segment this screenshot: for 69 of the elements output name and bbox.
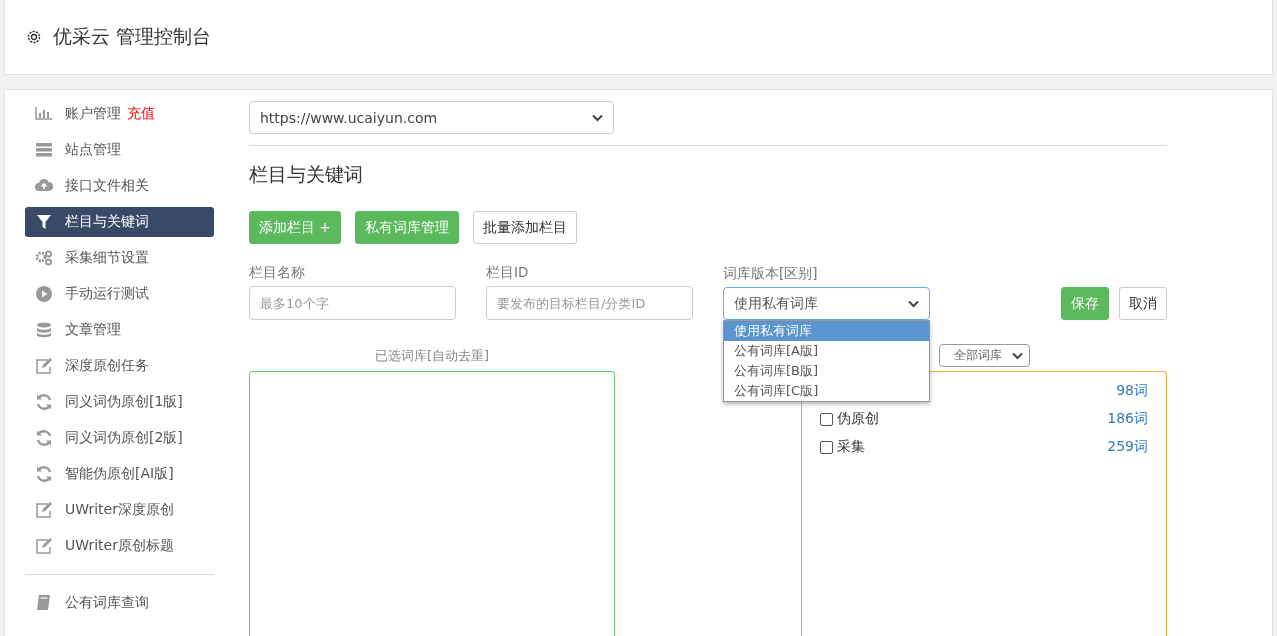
edit-icon bbox=[35, 357, 53, 375]
sidebar-item[interactable]: 采集细节设置 bbox=[25, 243, 214, 273]
sidebar-item[interactable]: 栏目与关键词 bbox=[25, 207, 214, 237]
sidebar-item-label: 公有词库查询 bbox=[65, 594, 149, 612]
cancel-button[interactable]: 取消 bbox=[1119, 287, 1167, 320]
play-icon bbox=[35, 285, 53, 303]
bar-chart-icon bbox=[35, 105, 53, 123]
sidebar-item[interactable]: 智能伪原创[AI版] bbox=[25, 459, 214, 489]
app-title: 优采云 管理控制台 bbox=[53, 24, 212, 49]
refresh-icon bbox=[35, 465, 53, 483]
sidebar-item-label: 采集细节设置 bbox=[65, 249, 149, 267]
sidebar-item-label: 接口文件相关 bbox=[65, 177, 149, 195]
library-name: 伪原创 bbox=[837, 410, 879, 428]
database-icon bbox=[35, 321, 53, 339]
sidebar-item[interactable]: 账户管理 充值 bbox=[25, 99, 214, 129]
book-icon bbox=[35, 594, 53, 612]
sidebar-item[interactable]: 文章管理 bbox=[25, 315, 214, 345]
field-label: 栏目ID bbox=[486, 264, 530, 282]
sidebar-item-label: 深度原创任务 bbox=[65, 357, 149, 375]
chevron-down-icon bbox=[1011, 351, 1023, 360]
sidebar-item[interactable]: 接口文件相关 bbox=[25, 171, 214, 201]
filter-icon bbox=[35, 213, 53, 231]
sidebar-item[interactable]: 手动运行测试 bbox=[25, 279, 214, 309]
library-name: 采集 bbox=[837, 438, 865, 456]
sidebar-item[interactable]: UWriter深度原创 bbox=[25, 495, 214, 525]
button[interactable]: 批量添加栏目 bbox=[472, 211, 577, 244]
field-label: 词库版本[区别] bbox=[723, 265, 819, 283]
sidebar-item[interactable]: 站点管理 bbox=[25, 135, 214, 165]
dropdown-option[interactable]: 公有词库[C版] bbox=[724, 381, 929, 401]
dropdown-option[interactable]: 公有词库[A版] bbox=[724, 341, 929, 361]
edit-icon bbox=[35, 537, 53, 555]
edit-icon bbox=[35, 501, 53, 519]
word-count-link[interactable]: 259词 bbox=[1107, 438, 1148, 456]
checkbox[interactable] bbox=[820, 440, 833, 454]
word-count-link[interactable]: 186词 bbox=[1107, 410, 1148, 428]
word-count-link[interactable]: 98词 bbox=[1116, 382, 1148, 400]
chevron-down-icon bbox=[592, 113, 603, 122]
chevron-down-icon bbox=[908, 299, 919, 308]
field-label: 栏目名称 bbox=[249, 264, 306, 282]
sidebar-item[interactable]: 公有词库查询 bbox=[25, 588, 214, 618]
sidebar-item-label: UWriter深度原创 bbox=[65, 501, 174, 519]
sidebar-item[interactable]: 同义词伪原创[1版] bbox=[25, 387, 214, 417]
text-input[interactable]: 要发布的目标栏目/分类ID bbox=[486, 286, 693, 320]
sidebar-item[interactable]: UWriter原创标题 bbox=[25, 531, 214, 561]
sidebar-item[interactable]: 深度原创任务 bbox=[25, 351, 214, 381]
panel-label: 已选词库[自动去重] bbox=[374, 347, 490, 365]
server-icon bbox=[35, 141, 53, 159]
sidebar-item-label: 同义词伪原创[2版] bbox=[65, 429, 183, 447]
sidebar-item-label: 栏目与关键词 bbox=[65, 213, 149, 231]
sidebar-item-label: 站点管理 bbox=[65, 141, 121, 159]
checkbox[interactable] bbox=[820, 412, 833, 426]
settings-icon bbox=[25, 28, 43, 46]
recharge-link[interactable]: 充值 bbox=[127, 105, 155, 123]
refresh-icon bbox=[35, 393, 53, 411]
site-select[interactable]: https://www.ucaiyun.com bbox=[249, 101, 614, 134]
library-filter-select[interactable]: 全部词库 bbox=[938, 344, 1030, 367]
sidebar-item-label: 智能伪原创[AI版] bbox=[65, 465, 174, 483]
lexicon-select[interactable]: 使用私有词库 bbox=[723, 287, 930, 320]
sidebar-item-label: 文章管理 bbox=[65, 321, 121, 339]
gears-icon bbox=[35, 249, 53, 267]
sidebar-item[interactable]: 同义词伪原创[2版] bbox=[25, 423, 214, 453]
sidebar-item-label: 手动运行测试 bbox=[65, 285, 149, 303]
refresh-icon bbox=[35, 429, 53, 447]
sidebar-item-label: 账户管理 bbox=[65, 105, 121, 123]
text-input[interactable]: 最多10个字 bbox=[249, 286, 456, 320]
dropdown-option[interactable]: 公有词库[B版] bbox=[724, 361, 929, 381]
section-heading: 栏目与关键词 bbox=[249, 162, 364, 187]
sidebar-item-label: UWriter原创标题 bbox=[65, 537, 174, 555]
sidebar-item-label: 同义词伪原创[1版] bbox=[65, 393, 183, 411]
